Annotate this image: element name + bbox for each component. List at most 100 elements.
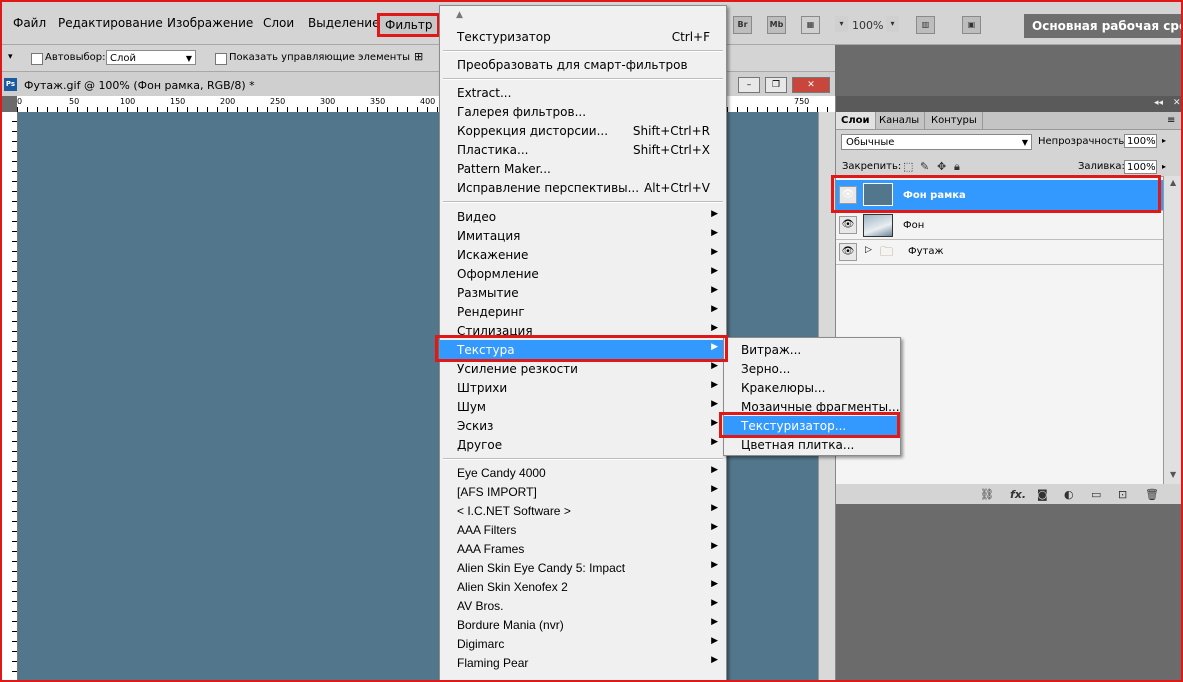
menu-item-sketch[interactable]: Эскиз ▶ xyxy=(440,416,726,435)
scroll-down-icon[interactable]: ▼ xyxy=(1170,470,1176,479)
menu-item-last-filter[interactable]: Текстуризатор Ctrl+F xyxy=(440,27,726,46)
menu-item-other[interactable]: Другое ▶ xyxy=(440,435,726,454)
close-button[interactable]: ✕ xyxy=(792,77,830,93)
menu-item-artistic[interactable]: Имитация ▶ xyxy=(440,226,726,245)
autoselect-dropdown[interactable]: Слой ▼ xyxy=(106,50,196,65)
arrange-icon[interactable]: ▥ xyxy=(916,16,935,34)
menu-filter[interactable]: Фильтр xyxy=(377,13,441,37)
menu-item-video[interactable]: Видео ▶ xyxy=(440,207,726,226)
close-panel-icon[interactable]: ✕ xyxy=(1173,98,1181,108)
menu-item-lens-correction[interactable]: Коррекция дисторсии... Shift+Ctrl+R xyxy=(440,121,726,140)
minimize-button[interactable]: – xyxy=(738,77,760,93)
menu-layers[interactable]: Слои xyxy=(263,16,294,30)
panel-menu-icon[interactable]: ≡ xyxy=(1162,112,1180,129)
lock-all-icon[interactable]: 🔒︎ xyxy=(954,160,960,174)
autoselect-checkbox[interactable] xyxy=(31,53,43,65)
menu-item-render[interactable]: Рендеринг ▶ xyxy=(440,302,726,321)
menu-item-plugin[interactable]: AAA Frames ▶ xyxy=(440,539,726,558)
menu-item-extract[interactable]: Extract... xyxy=(440,83,726,102)
menu-item-distort[interactable]: Искажение ▶ xyxy=(440,245,726,264)
zoom-chevron-icon[interactable]: ▾ xyxy=(886,16,899,32)
tab-layers[interactable]: Слои xyxy=(836,112,876,129)
tab-paths[interactable]: Контуры xyxy=(926,112,983,129)
menu-item-plugin[interactable]: [AFS IMPORT] ▶ xyxy=(440,482,726,501)
menu-file[interactable]: Файл xyxy=(13,16,46,30)
document-title: Футаж.gif @ 100% (Фон рамка, RGB/8) * xyxy=(24,79,255,92)
menu-scroll-up-icon[interactable]: ▲ xyxy=(456,10,463,20)
menu-item-stylize[interactable]: Стилизация ▶ xyxy=(440,321,726,340)
workspace-switcher[interactable]: Основная рабочая среда xyxy=(1024,14,1183,38)
filmstrip-icon[interactable]: ▦ xyxy=(801,16,820,34)
layer-group-row[interactable]: 👁︎ ▷ 🗀 Футаж xyxy=(836,240,1163,265)
menu-item-vanishing-point[interactable]: Исправление перспективы... Alt+Ctrl+V xyxy=(440,178,726,197)
menu-select[interactable]: Выделение xyxy=(308,16,379,30)
menu-item-smart-filters[interactable]: Преобразовать для смарт-фильтров xyxy=(440,55,726,74)
menu-item-plugin[interactable]: AAA Filters ▶ xyxy=(440,520,726,539)
ruler-vertical[interactable] xyxy=(0,112,18,682)
menu-image[interactable]: Изображение xyxy=(167,16,253,30)
menu-item-label: Текстуризатор xyxy=(457,30,551,44)
scroll-up-icon[interactable]: ▲ xyxy=(1170,178,1176,187)
tool-preset-chevron-icon[interactable]: ▾ xyxy=(8,52,13,62)
menu-item-texture[interactable]: Текстура ▶ xyxy=(440,340,726,359)
layer-mask-icon[interactable]: ◙ xyxy=(1037,488,1048,501)
adjustment-layer-icon[interactable]: ◐ xyxy=(1064,488,1074,501)
fx-icon[interactable]: fx. xyxy=(1010,488,1026,501)
menu-item-label: < I.C.NET Software > xyxy=(457,504,571,518)
new-layer-icon[interactable]: ⊡ xyxy=(1118,488,1127,501)
submenu-item-mosaic-tiles[interactable]: Мозаичные фрагменты... xyxy=(724,397,900,416)
opacity-input[interactable]: 100% xyxy=(1124,134,1157,148)
lock-transparency-icon[interactable]: ⬚ xyxy=(903,160,913,173)
menu-item-plugin[interactable]: Digimarc ▶ xyxy=(440,634,726,653)
eye-icon[interactable]: 👁︎ xyxy=(839,186,857,204)
expand-triangle-icon[interactable]: ▷ xyxy=(865,245,872,255)
align-icon[interactable]: ⊞ xyxy=(414,50,423,63)
tab-channels[interactable]: Каналы xyxy=(874,112,926,129)
zoom-level[interactable]: 100% xyxy=(852,19,883,32)
link-layers-icon[interactable]: ⛓ xyxy=(980,488,994,501)
menu-item-strokes[interactable]: Штрихи ▶ xyxy=(440,378,726,397)
submenu-item-grain[interactable]: Зерно... xyxy=(724,359,900,378)
submenu-item-patchwork[interactable]: Цветная плитка... xyxy=(724,435,900,454)
menu-item-sharpen[interactable]: Усиление резкости ▶ xyxy=(440,359,726,378)
menu-item-plugin[interactable]: AV Bros. ▶ xyxy=(440,596,726,615)
submenu-item-stained-glass[interactable]: Витраж... xyxy=(724,340,900,359)
submenu-arrow-icon: ▶ xyxy=(711,484,718,494)
menu-item-blur[interactable]: Размытие ▶ xyxy=(440,283,726,302)
submenu-item-craquelure[interactable]: Кракелюры... xyxy=(724,378,900,397)
layer-row[interactable]: 👁︎ Фон рамка xyxy=(836,180,1163,211)
menu-item-brush-strokes[interactable]: Оформление ▶ xyxy=(440,264,726,283)
eye-icon[interactable]: 👁︎ xyxy=(839,216,857,234)
menu-item-plugin[interactable]: Flaming Pear ▶ xyxy=(440,653,726,672)
new-group-icon[interactable]: ▭ xyxy=(1091,488,1101,501)
chevron-down-icon[interactable]: ▾ xyxy=(835,16,848,32)
screen-mode-icon[interactable]: ▣ xyxy=(962,16,981,34)
menu-item-pattern-maker[interactable]: Pattern Maker... xyxy=(440,159,726,178)
fill-arrow-icon[interactable]: ▸ xyxy=(1162,162,1166,171)
menu-item-filter-gallery[interactable]: Галерея фильтров... xyxy=(440,102,726,121)
menu-item-liquify[interactable]: Пластика... Shift+Ctrl+X xyxy=(440,140,726,159)
lock-move-icon[interactable]: ✥ xyxy=(937,160,946,173)
bridge-icon[interactable]: Br xyxy=(733,16,752,34)
menu-item-plugin[interactable]: Eye Candy 4000 ▶ xyxy=(440,463,726,482)
opacity-arrow-icon[interactable]: ▸ xyxy=(1162,136,1166,145)
menu-edit[interactable]: Редактирование xyxy=(58,16,163,30)
eye-icon[interactable]: 👁︎ xyxy=(839,243,857,261)
menu-item-plugin[interactable]: Alien Skin Xenofex 2 ▶ xyxy=(440,577,726,596)
layers-scrollbar[interactable]: ▲ ▼ xyxy=(1163,176,1183,484)
collapse-icon[interactable]: ◂◂ xyxy=(1154,98,1163,108)
lock-brush-icon[interactable]: ✎ xyxy=(920,160,929,173)
menu-item-noise[interactable]: Шум ▶ xyxy=(440,397,726,416)
layer-row[interactable]: 👁︎ Фон xyxy=(836,211,1163,240)
trash-icon[interactable]: 🗑︎ xyxy=(1145,488,1159,501)
fill-input[interactable]: 100% xyxy=(1124,160,1157,174)
menu-item-plugin[interactable]: Alien Skin Eye Candy 5: Impact ▶ xyxy=(440,558,726,577)
submenu-item-texturizer[interactable]: Текстуризатор... xyxy=(724,416,900,435)
restore-button[interactable]: ❐ xyxy=(765,77,787,93)
document-tab[interactable]: Ps Футаж.gif @ 100% (Фон рамка, RGB/8) * xyxy=(0,72,440,96)
menu-item-plugin[interactable]: Bordure Mania (nvr) ▶ xyxy=(440,615,726,634)
menu-item-plugin[interactable]: < I.C.NET Software > ▶ xyxy=(440,501,726,520)
blend-mode-dropdown[interactable]: Обычные ▼ xyxy=(841,134,1032,150)
show-controls-checkbox[interactable] xyxy=(215,53,227,65)
minibridge-icon[interactable]: Mb xyxy=(767,16,786,34)
